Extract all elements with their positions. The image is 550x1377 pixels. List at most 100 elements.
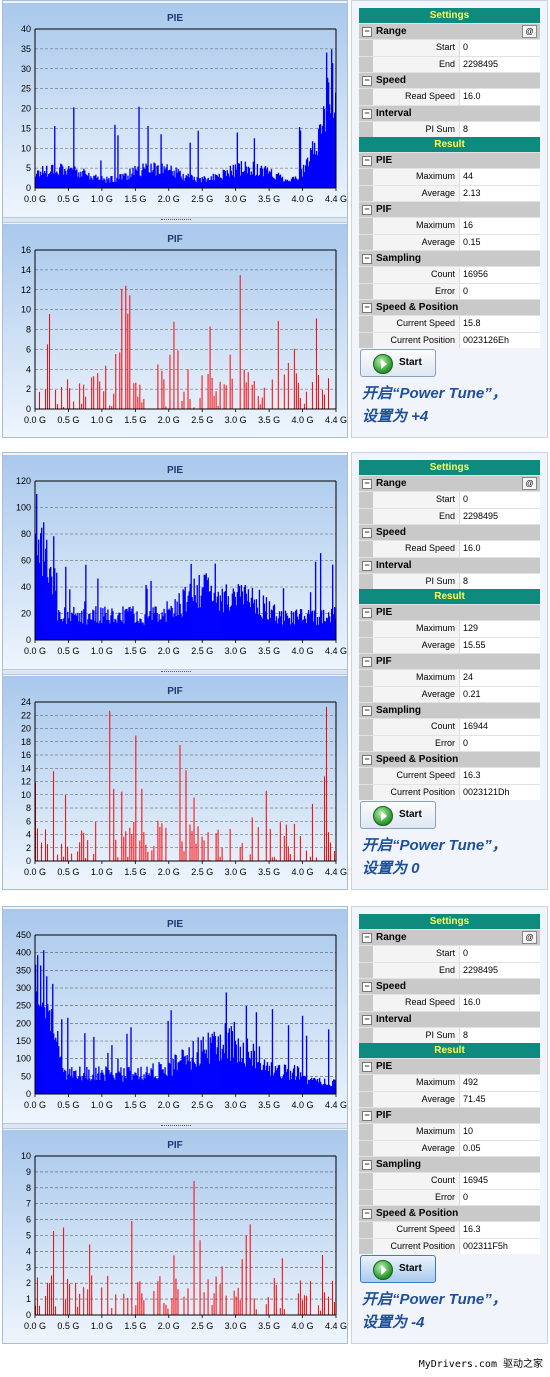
interval-category[interactable]: − Interval (359, 556, 540, 573)
pi-sum-row[interactable]: PI Sum 8 (359, 1026, 540, 1043)
x-tick-label: 0.5 G (57, 1321, 79, 1331)
start-row[interactable]: Start 0 (359, 945, 540, 962)
start-value[interactable]: 0 (459, 40, 540, 56)
sampling-category[interactable]: − Sampling (359, 250, 540, 266)
collapse-icon[interactable]: − (362, 1062, 372, 1072)
start-value[interactable]: 0 (459, 492, 540, 508)
read-speed-value[interactable]: 16.0 (459, 541, 540, 557)
read-speed-value[interactable]: 16.0 (459, 89, 540, 105)
end-value[interactable]: 2298495 (459, 962, 540, 978)
collapse-icon[interactable]: − (362, 205, 372, 215)
end-row[interactable]: End 2298495 (359, 507, 540, 524)
pie-category[interactable]: − PIE (359, 152, 540, 168)
pif-bar (201, 836, 203, 861)
end-row[interactable]: End 2298495 (359, 55, 540, 72)
pif-bar (37, 828, 39, 861)
x-tick-label: 2.5 G (191, 1321, 213, 1331)
pif-bar (187, 369, 189, 409)
collapse-icon[interactable]: − (362, 528, 372, 538)
pif-avg-label: Average (359, 1140, 459, 1156)
speed-category[interactable]: − Speed (359, 524, 540, 540)
speed-position-category[interactable]: − Speed & Position (359, 1205, 540, 1221)
pif-bar (275, 1284, 277, 1315)
end-value[interactable]: 2298495 (459, 508, 540, 524)
splitter-grip[interactable] (161, 671, 191, 674)
sampling-category[interactable]: − Sampling (359, 702, 540, 718)
read-speed-row[interactable]: Read Speed 16.0 (359, 994, 540, 1011)
pi-sum-value[interactable]: 8 (459, 121, 540, 137)
pif-bar (215, 391, 217, 409)
collapse-icon[interactable]: − (362, 560, 372, 571)
range-category[interactable]: − Range @ (359, 475, 540, 491)
interval-category[interactable]: − Interval (359, 104, 540, 121)
start-row[interactable]: Start 0 (359, 491, 540, 508)
collapse-icon[interactable]: − (362, 706, 372, 716)
at-sign-icon[interactable]: @ (522, 931, 537, 944)
collapse-icon[interactable]: − (362, 1209, 372, 1219)
chart-splitter[interactable] (3, 1123, 347, 1129)
pif-category[interactable]: − PIF (359, 653, 540, 669)
pif-bar (235, 1296, 237, 1315)
pie-category[interactable]: − PIE (359, 604, 540, 620)
collapse-icon[interactable]: − (362, 303, 372, 313)
pie-category[interactable]: − PIE (359, 1058, 540, 1074)
read-speed-row[interactable]: Read Speed 16.0 (359, 540, 540, 557)
pif-bar (185, 770, 187, 861)
pi-sum-value[interactable]: 8 (459, 573, 540, 589)
collapse-icon[interactable]: − (362, 755, 372, 765)
read-speed-row[interactable]: Read Speed 16.0 (359, 88, 540, 105)
collapse-icon[interactable]: − (362, 479, 372, 489)
collapse-icon[interactable]: − (362, 108, 372, 119)
range-category[interactable]: − Range @ (359, 23, 540, 39)
at-sign-icon[interactable]: @ (522, 477, 537, 490)
chart-splitter[interactable] (3, 217, 347, 223)
collapse-icon[interactable]: − (362, 982, 372, 992)
y-tick-label: 9 (26, 1167, 31, 1177)
start-button[interactable]: Start (360, 801, 436, 829)
collapse-icon[interactable]: − (362, 933, 372, 943)
splitter-grip[interactable] (161, 219, 191, 222)
collapse-icon[interactable]: − (362, 657, 372, 667)
splitter-grip[interactable] (161, 1125, 191, 1128)
interval-category[interactable]: − Interval (359, 1010, 540, 1027)
collapse-icon[interactable]: − (362, 254, 372, 264)
sampling-category[interactable]: − Sampling (359, 1156, 540, 1172)
watermark: MyDrivers.com 驱动之家 (418, 1359, 543, 1370)
pif-bar (159, 1276, 161, 1315)
y-tick-label: 16 (21, 750, 31, 760)
collapse-icon[interactable]: − (362, 27, 372, 37)
pif-category[interactable]: − PIF (359, 1107, 540, 1123)
pif-category[interactable]: − PIF (359, 201, 540, 217)
pi-sum-row[interactable]: PI Sum 8 (359, 572, 540, 589)
collapse-icon[interactable]: − (362, 1111, 372, 1121)
collapse-icon[interactable]: − (362, 608, 372, 618)
end-value[interactable]: 2298495 (459, 56, 540, 72)
play-icon (373, 1260, 393, 1280)
pi-sum-row[interactable]: PI Sum 8 (359, 120, 540, 137)
y-tick-label: 120 (16, 476, 31, 486)
pi-sum-value[interactable]: 8 (459, 1027, 540, 1043)
pif-bar (153, 1290, 155, 1315)
collapse-icon[interactable]: − (362, 156, 372, 166)
speed-category[interactable]: − Speed (359, 72, 540, 88)
speed-position-category[interactable]: − Speed & Position (359, 299, 540, 315)
speed-position-category[interactable]: − Speed & Position (359, 751, 540, 767)
end-row[interactable]: End 2298495 (359, 961, 540, 978)
read-speed-value[interactable]: 16.0 (459, 995, 540, 1011)
collapse-icon[interactable]: − (362, 76, 372, 86)
x-tick-label: 3.5 G (258, 1100, 280, 1110)
collapse-icon[interactable]: − (362, 1160, 372, 1170)
pif-bar (139, 384, 141, 409)
start-value[interactable]: 0 (459, 946, 540, 962)
y-tick-label: 400 (16, 948, 31, 958)
collapse-icon[interactable]: − (362, 1014, 372, 1025)
chart-splitter[interactable] (3, 669, 347, 675)
start-row[interactable]: Start 0 (359, 39, 540, 56)
x-tick-label: 4.0 G (292, 646, 314, 656)
pif-max-row: Maximum 24 (359, 669, 540, 686)
start-button[interactable]: Start (360, 349, 436, 377)
speed-category[interactable]: − Speed (359, 978, 540, 994)
at-sign-icon[interactable]: @ (522, 25, 537, 38)
start-button[interactable]: Start (360, 1255, 436, 1283)
range-category[interactable]: − Range @ (359, 929, 540, 945)
